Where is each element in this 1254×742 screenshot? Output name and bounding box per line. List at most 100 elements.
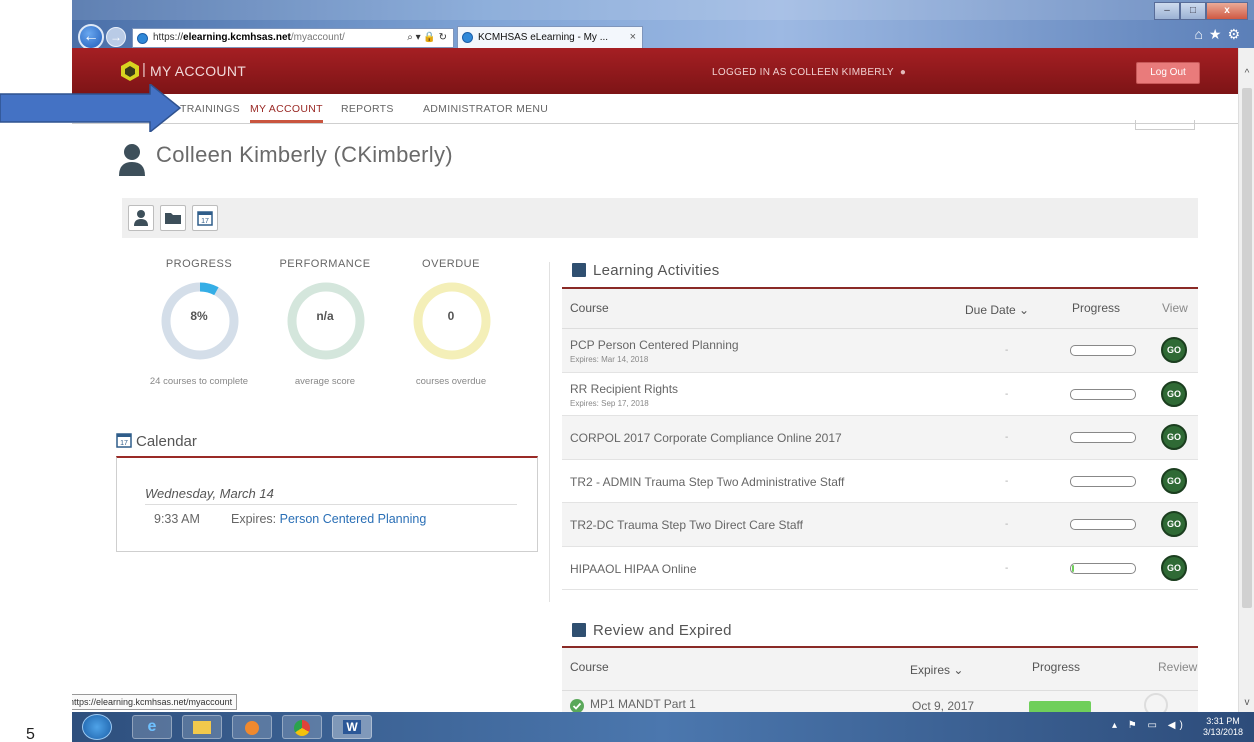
user-icon: ● <box>899 67 907 78</box>
calendar-course-link[interactable]: Person Centered Planning <box>280 512 427 526</box>
due-date: - <box>1005 475 1009 487</box>
calendar-event-time: 9:33 AM <box>154 512 200 526</box>
scroll-up-icon[interactable]: ^ <box>1239 68 1254 79</box>
go-button-icon[interactable]: GO <box>1161 467 1187 494</box>
logout-button[interactable]: Log Out <box>1136 62 1200 84</box>
overdue-sub: courses overdue <box>415 376 487 387</box>
due-date: - <box>1005 432 1009 443</box>
profile-toolbar: 17 <box>122 198 1198 238</box>
tab-reports[interactable]: REPORTS <box>341 103 394 115</box>
back-arrow-icon[interactable]: ← <box>78 24 104 50</box>
go-button-icon[interactable]: GO <box>1161 337 1187 363</box>
progress-bar <box>1070 519 1136 530</box>
folder-button[interactable] <box>160 205 186 231</box>
browser-tab[interactable]: KCMHSAS eLearning - My ... × <box>457 26 643 48</box>
file-explorer-icon[interactable] <box>182 715 222 739</box>
go-button-icon[interactable]: GO <box>1161 554 1187 581</box>
go-button-icon[interactable]: GO <box>1161 380 1187 407</box>
tab-my-account[interactable]: MY ACCOUNT <box>250 103 323 123</box>
performance-sub: average score <box>294 376 356 387</box>
word-icon[interactable]: W <box>332 715 372 739</box>
app-logo-icon[interactable] <box>120 60 140 82</box>
folder-icon <box>165 213 181 224</box>
taskbar-clock[interactable]: 3:31 PM 3/13/2018 <box>1198 716 1248 738</box>
scroll-thumb[interactable] <box>1242 88 1252 608</box>
status-bar-url: https://elearning.kcmhsas.net/myaccount <box>72 694 238 710</box>
learning-row[interactable]: HIPAAOL HIPAA Online - GO <box>562 546 1198 590</box>
course-name[interactable]: TR2 - ADMIN Trauma Step Two Administrati… <box>570 475 844 489</box>
profile-button[interactable] <box>128 205 154 231</box>
progress-sub: 24 courses to complete <box>149 376 249 387</box>
margin-number: 5 <box>26 726 35 742</box>
due-date: - <box>1005 519 1009 530</box>
check-circle-icon <box>570 699 584 712</box>
review-expired-heading: Review and Expired <box>572 622 732 639</box>
chevron-down-icon: ⌄ <box>1019 303 1030 317</box>
calendar-event: Expires: Person Centered Planning <box>231 512 426 526</box>
review-course-name[interactable]: MP1 MANDT Part 1 <box>590 697 696 711</box>
forward-arrow-icon[interactable]: → <box>106 27 126 47</box>
home-favorites-tools-icons[interactable]: ⌂★⚙ <box>1194 26 1246 43</box>
go-button-icon[interactable]: GO <box>1161 511 1187 537</box>
maximize-button[interactable]: □ <box>1180 2 1206 20</box>
internet-explorer-icon[interactable]: e <box>132 715 172 739</box>
overdue-stat: OVERDUE 0 courses overdue <box>391 258 511 387</box>
system-tray-icons[interactable]: ▴ ⚑ ▭ ◀) <box>1112 720 1187 731</box>
course-name[interactable]: PCP Person Centered Planning <box>570 338 739 352</box>
address-bar[interactable]: https://elearning.kcmhsas.net/myaccount/… <box>132 28 454 48</box>
learning-row[interactable]: RR Recipient Rights Expires: Sep 17, 2018… <box>562 372 1198 416</box>
course-name[interactable]: RR Recipient Rights <box>570 382 678 396</box>
calendar-button[interactable]: 17 <box>192 205 218 231</box>
chrome-icon[interactable] <box>282 715 322 739</box>
due-date: - <box>1005 388 1009 400</box>
col-progress: Progress <box>1032 660 1081 674</box>
calendar-expires-label: Expires: <box>231 512 277 526</box>
col-due-date[interactable]: Due Date ⌄ <box>965 303 1029 317</box>
col-expires[interactable]: Expires ⌄ <box>910 663 963 677</box>
media-player-icon[interactable] <box>232 715 272 739</box>
calendar-icon: 17 <box>197 211 213 226</box>
page-scrollbar[interactable]: ^ v <box>1238 48 1254 712</box>
col-expires-label: Expires <box>910 663 951 677</box>
clock-time: 3:31 PM <box>1206 716 1240 726</box>
col-course: Course <box>570 660 609 674</box>
course-name[interactable]: CORPOL 2017 Corporate Compliance Online … <box>570 431 842 445</box>
progress-bar <box>1070 432 1136 443</box>
review-expires-date: Oct 9, 2017 <box>912 699 975 712</box>
tab-close-icon[interactable]: × <box>630 27 636 48</box>
learning-row[interactable]: TR2-DC Trauma Step Two Direct Care Staff… <box>562 503 1198 547</box>
go-button-icon[interactable]: GO <box>1161 424 1187 450</box>
page: ← → https://elearning.kcmhsas.net/myacco… <box>0 0 1254 742</box>
column-divider <box>549 262 550 602</box>
calendar-heading: 17 Calendar <box>116 432 197 450</box>
url-host: elearning.kcmhsas.net <box>183 32 291 43</box>
review-button-icon[interactable] <box>1144 693 1168 712</box>
progress-title: PROGRESS <box>165 258 233 270</box>
calendar-date: Wednesday, March 14 <box>145 486 274 501</box>
learning-row[interactable]: CORPOL 2017 Corporate Compliance Online … <box>562 416 1198 460</box>
col-view: View <box>1162 301 1188 315</box>
review-progress-fill <box>1029 701 1091 712</box>
learning-row[interactable]: TR2 - ADMIN Trauma Step Two Administrati… <box>562 459 1198 503</box>
course-expires: Expires: Mar 14, 2018 <box>570 355 649 364</box>
progress-stat: PROGRESS 8% 24 courses to complete <box>139 258 259 387</box>
minimize-button[interactable]: – <box>1154 2 1180 20</box>
performance-stat: PERFORMANCE n/a average score <box>265 258 385 387</box>
address-tools-icons[interactable]: ⌕ ▾ 🔒 ↻ <box>407 29 447 47</box>
user-icon <box>134 210 148 226</box>
start-button-icon[interactable] <box>82 714 112 740</box>
browser-titlebar: ← → https://elearning.kcmhsas.net/myacco… <box>72 0 1254 50</box>
course-name[interactable]: TR2-DC Trauma Step Two Direct Care Staff <box>570 518 803 532</box>
close-window-button[interactable]: x <box>1206 2 1248 20</box>
scroll-down-icon[interactable]: v <box>1239 697 1254 708</box>
col-course: Course <box>570 301 609 315</box>
learning-row[interactable]: PCP Person Centered Planning Expires: Mar… <box>562 329 1198 373</box>
ie-favicon-icon <box>137 33 148 44</box>
page-corner-control[interactable] <box>1135 120 1195 130</box>
tab-favicon-icon <box>462 32 473 43</box>
tab-administrator-menu[interactable]: ADMINISTRATOR MENU <box>423 103 548 115</box>
performance-title: PERFORMANCE <box>279 258 371 270</box>
course-name[interactable]: HIPAAOL HIPAA Online <box>570 562 697 576</box>
review-expired-title: Review and Expired <box>593 622 732 639</box>
review-row[interactable]: MP1 MANDT Part 1 Oct 9, 2017 <box>562 691 1198 712</box>
